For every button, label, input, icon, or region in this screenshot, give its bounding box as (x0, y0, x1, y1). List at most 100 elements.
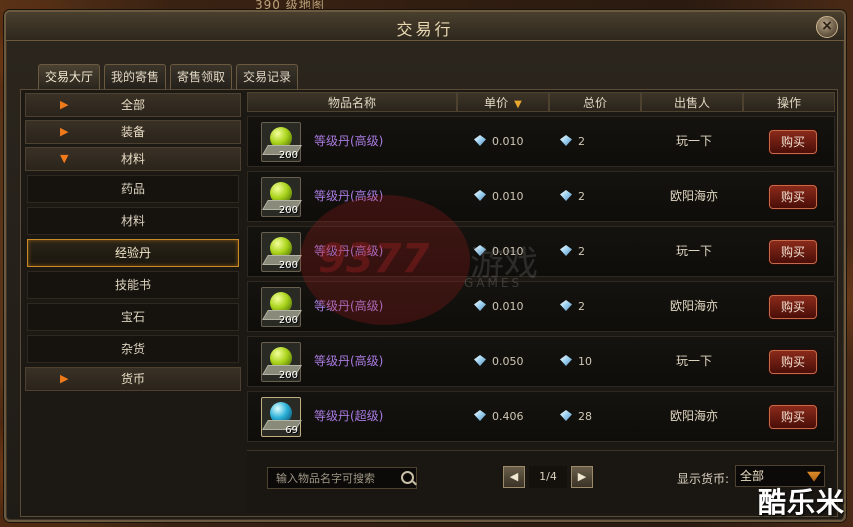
sort-down-icon[interactable]: ▼ (514, 99, 522, 110)
seller-name: 欧阳海亦 (669, 189, 718, 203)
prev-page-button[interactable]: ◀ (503, 466, 525, 488)
seller-name: 欧阳海亦 (669, 299, 718, 313)
diamond-icon (474, 135, 486, 146)
search-icon[interactable] (401, 471, 414, 484)
diamond-icon (474, 245, 486, 256)
blue-orb-icon[interactable]: 69 (261, 397, 302, 437)
category-label: 材料 (120, 152, 145, 166)
seller-name: 玩一下 (675, 244, 712, 258)
item-quantity: 200 (278, 205, 298, 216)
column-header-name: 物品名称 (247, 92, 457, 112)
subcategory-potions[interactable]: 药品 (27, 175, 239, 203)
tab-trade-records[interactable]: 交易记录 (236, 64, 299, 89)
item-name: 等级丹(高级) (314, 354, 384, 368)
diamond-icon (560, 135, 572, 146)
category-equipment[interactable]: ▶ 装备 (25, 120, 241, 144)
diamond-icon (560, 190, 572, 201)
column-header-total-price: 总价 (549, 92, 641, 112)
category-label: 装备 (120, 125, 145, 139)
total-price: 10 (560, 337, 592, 386)
search-input[interactable] (267, 467, 417, 489)
chevron-down-icon: ▼ (60, 152, 69, 165)
diamond-icon (474, 300, 486, 311)
green-orb-icon[interactable]: 200 (261, 177, 302, 217)
table-row: 200 等级丹(高级) 0.050 10 玩一下 购买 (247, 336, 835, 387)
title-bar: 交易行 × (6, 12, 844, 41)
total-price: 2 (560, 172, 585, 221)
green-orb-icon[interactable]: 200 (261, 287, 302, 327)
total-price: 2 (560, 117, 585, 166)
window-title: 交易行 (396, 20, 454, 39)
unit-price: 0.010 (474, 117, 524, 166)
column-header-unit-price[interactable]: 单价 ▼ (457, 92, 549, 112)
table-row: 200 等级丹(高级) 0.010 2 欧阳海亦 购买 (247, 281, 835, 332)
unit-price: 0.406 (474, 392, 524, 441)
tab-bar: 交易大厅 我的寄售 寄售领取 交易记录 (38, 64, 299, 89)
total-price: 2 (560, 282, 585, 331)
table-row: 200 等级丹(高级) 0.010 2 欧阳海亦 购买 (247, 171, 835, 222)
next-page-button[interactable]: ▶ (571, 466, 593, 488)
buy-button[interactable]: 购买 (769, 295, 817, 319)
unit-price: 0.050 (474, 337, 524, 386)
buy-button[interactable]: 购买 (769, 350, 817, 374)
buy-button[interactable]: 购买 (769, 405, 817, 429)
item-quantity: 200 (278, 260, 298, 271)
tab-consignment-claim[interactable]: 寄售领取 (170, 64, 233, 89)
buy-button[interactable]: 购买 (769, 185, 817, 209)
diamond-icon (560, 245, 572, 256)
diamond-icon (560, 300, 572, 311)
category-label: 全部 (120, 98, 145, 112)
table-row: 200 等级丹(高级) 0.010 2 玩一下 购买 (247, 116, 835, 167)
seller-name: 欧阳海亦 (669, 409, 718, 423)
item-quantity: 200 (278, 150, 298, 161)
total-price: 28 (560, 392, 592, 441)
table-footer: ◀ 1/4 ▶ 显示货币: 全部 (247, 450, 835, 513)
category-all[interactable]: ▶ 全部 (25, 93, 241, 117)
diamond-icon (560, 355, 572, 366)
currency-filter-label: 显示货币: (677, 472, 730, 486)
seller-name: 玩一下 (675, 134, 712, 148)
listing-table: 物品名称 单价 ▼ 总价 出售人 操作 200 等级丹(高级) 0.010 2 玩… (247, 92, 835, 446)
buy-button[interactable]: 购买 (769, 240, 817, 264)
tab-trading-hall[interactable]: 交易大厅 (38, 64, 101, 89)
diamond-icon (474, 190, 486, 201)
page-indicator: 1/4 (529, 466, 567, 488)
category-currency[interactable]: ▶ 货币 (25, 367, 241, 391)
chevron-right-icon: ▶ (60, 372, 69, 385)
table-header: 物品名称 单价 ▼ 总价 出售人 操作 (247, 92, 835, 112)
category-label: 货币 (120, 372, 145, 386)
item-name: 等级丹(高级) (314, 189, 384, 203)
chevron-right-icon: ▶ (60, 98, 69, 111)
subcategory-materials[interactable]: 材料 (27, 207, 239, 235)
green-orb-icon[interactable]: 200 (261, 122, 302, 162)
category-sidebar: ▶ 全部 ▶ 装备 ▼ 材料 药品 材料 经验丹 技能书 宝石 杂货 ▶ 货币 (25, 93, 241, 513)
close-icon[interactable]: × (816, 16, 838, 38)
brand-watermark: 酷乐米 (757, 486, 845, 519)
subcategory-gems[interactable]: 宝石 (27, 303, 239, 331)
item-name: 等级丹(超级) (314, 409, 384, 423)
subcategory-skill-book[interactable]: 技能书 (27, 271, 239, 299)
unit-price: 0.010 (474, 172, 524, 221)
unit-price-label: 单价 (484, 96, 509, 110)
table-row: 200 等级丹(高级) 0.010 2 玩一下 购买 (247, 226, 835, 277)
diamond-icon (474, 410, 486, 421)
table-row: 69 等级丹(超级) 0.406 28 欧阳海亦 购买 (247, 391, 835, 442)
total-price: 2 (560, 227, 585, 276)
column-header-seller: 出售人 (641, 92, 743, 112)
unit-price: 0.010 (474, 227, 524, 276)
subcategory-exp-pill[interactable]: 经验丹 (27, 239, 239, 267)
item-quantity: 200 (278, 370, 298, 381)
diamond-icon (474, 355, 486, 366)
green-orb-icon[interactable]: 200 (261, 342, 302, 382)
trading-house-window: 交易行 × 交易大厅 我的寄售 寄售领取 交易记录 ▶ 全部 ▶ 装备 ▼ 材料… (4, 10, 846, 522)
column-header-action: 操作 (743, 92, 835, 112)
buy-button[interactable]: 购买 (769, 130, 817, 154)
category-materials[interactable]: ▼ 材料 (25, 147, 241, 171)
item-name: 等级丹(高级) (314, 134, 384, 148)
tab-my-consignment[interactable]: 我的寄售 (104, 64, 167, 89)
subcategory-misc[interactable]: 杂货 (27, 335, 239, 363)
item-name: 等级丹(高级) (314, 299, 384, 313)
seller-name: 玩一下 (675, 354, 712, 368)
unit-price: 0.010 (474, 282, 524, 331)
green-orb-icon[interactable]: 200 (261, 232, 302, 272)
